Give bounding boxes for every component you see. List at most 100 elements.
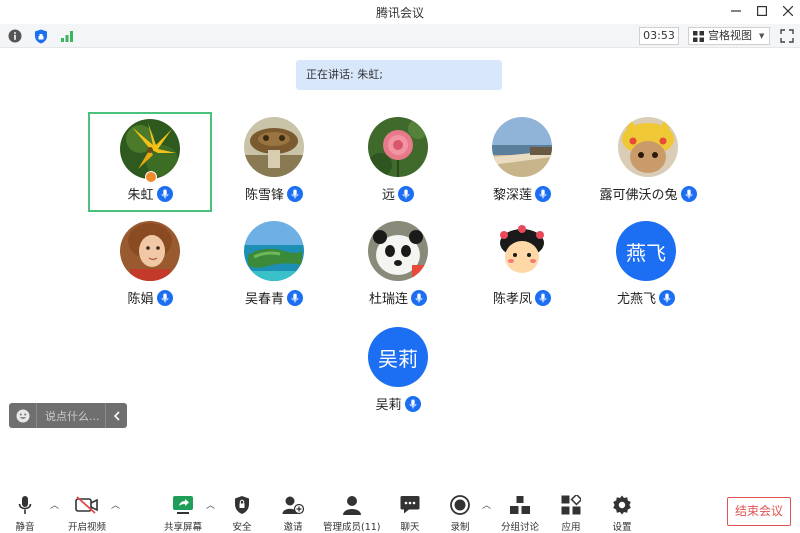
view-mode-dropdown[interactable]: 宫格视图 ▼	[688, 27, 770, 45]
video-options-chevron-icon[interactable]: ︿	[111, 498, 120, 511]
mic-icon	[535, 185, 551, 202]
participant-tile[interactable]: 吴莉 吴莉	[336, 322, 460, 422]
participant-tile[interactable]: 黎深莲	[460, 112, 584, 212]
minimize-icon	[731, 10, 741, 12]
close-button[interactable]	[774, 0, 800, 22]
invite-button[interactable]: 邀请	[281, 494, 305, 533]
audio-options-chevron-icon[interactable]: ︿	[50, 498, 59, 511]
share-screen-button[interactable]: 共享屏幕	[164, 494, 202, 533]
manage-members-button[interactable]: 管理成员(11)	[323, 494, 381, 533]
participant-name: 吴春青	[244, 292, 284, 307]
settings-label: 设置	[612, 522, 632, 533]
mic-icon	[535, 289, 551, 306]
participant-name: 远	[381, 188, 395, 203]
chat-label: 聊天	[400, 522, 420, 533]
meeting-info-button[interactable]	[6, 27, 24, 45]
apps-button[interactable]: 应用	[559, 494, 583, 533]
chat-input[interactable]: 说点什么...	[37, 408, 105, 424]
invite-label: 邀请	[283, 522, 303, 533]
emoji-button[interactable]	[9, 403, 37, 428]
view-mode-label: 宫格视图	[708, 29, 752, 42]
participant-tile[interactable]: 燕飞 尤燕飞	[584, 216, 708, 316]
shield-icon	[35, 29, 47, 43]
collapse-chat-button[interactable]	[105, 403, 127, 428]
network-status-button[interactable]	[58, 27, 76, 45]
maximize-button[interactable]	[748, 0, 776, 22]
share-label: 共享屏幕	[164, 522, 203, 533]
participant-name: 吴莉	[375, 398, 402, 413]
avatar: 燕飞	[616, 221, 676, 281]
security-button[interactable]: 安全	[230, 494, 254, 533]
participant-name: 露可佛沃の兔	[599, 188, 678, 203]
avatar	[120, 119, 180, 179]
add-user-icon	[282, 496, 304, 515]
security-label: 安全	[232, 522, 252, 533]
members-icon	[342, 496, 361, 515]
mic-icon	[156, 289, 173, 306]
mic-icon	[659, 289, 675, 306]
emoji-icon	[16, 409, 29, 422]
chat-button[interactable]: 聊天	[398, 494, 422, 533]
participant-tile[interactable]: 露可佛沃の兔	[584, 112, 712, 212]
participant-tile[interactable]: 陈雪锋	[212, 112, 336, 212]
participant-tile[interactable]: 陈娟	[88, 216, 212, 316]
avatar	[120, 221, 180, 281]
mic-icon	[287, 185, 303, 202]
members-label: 管理成员(11)	[323, 522, 381, 533]
fullscreen-button[interactable]	[779, 28, 795, 44]
mic-icon	[680, 185, 697, 202]
mic-icon	[287, 289, 303, 306]
end-meeting-button[interactable]: 结束会议	[727, 497, 791, 526]
chevron-left-icon	[113, 410, 120, 421]
signal-icon	[61, 31, 73, 42]
breakout-rooms-button[interactable]: 分组讨论	[501, 494, 539, 533]
avatar	[492, 221, 552, 281]
mute-label: 静音	[15, 522, 35, 533]
mic-icon	[411, 289, 427, 306]
mic-icon	[398, 185, 414, 202]
record-icon	[450, 495, 470, 515]
fullscreen-icon	[780, 29, 794, 43]
close-icon	[783, 6, 793, 16]
participant-name: 黎深莲	[492, 188, 532, 203]
participant-name: 陈娟	[127, 292, 154, 307]
participant-tile[interactable]: 吴春青	[212, 216, 336, 316]
start-video-button[interactable]: 开启视频	[68, 494, 106, 533]
participant-name: 陈雪锋	[244, 188, 284, 203]
mute-button[interactable]: 静音	[13, 494, 37, 533]
host-badge	[145, 171, 157, 183]
shield-icon	[235, 496, 249, 514]
avatar	[492, 117, 552, 177]
participant-tile[interactable]: 杜瑞连	[336, 216, 460, 316]
mic-icon	[156, 185, 173, 202]
participant-tile[interactable]: 陈孝凤	[460, 216, 584, 316]
record-label: 录制	[450, 522, 470, 533]
title-bar: 腾讯会议	[0, 0, 800, 22]
info-icon	[8, 29, 22, 43]
avatar	[244, 117, 304, 177]
avatar	[368, 117, 428, 177]
encryption-button[interactable]	[32, 27, 50, 45]
settings-button[interactable]: 设置	[610, 494, 634, 533]
minimize-button[interactable]	[722, 0, 750, 22]
avatar	[618, 117, 678, 177]
microphone-icon	[18, 496, 32, 514]
record-options-chevron-icon[interactable]: ︿	[482, 498, 491, 511]
mic-icon	[404, 395, 421, 412]
participant-name: 陈孝凤	[492, 292, 532, 307]
meeting-timer: 03:53	[639, 27, 679, 45]
breakout-icon	[510, 496, 530, 514]
participant-tile[interactable]: 远	[336, 112, 460, 212]
grid-view-icon	[693, 30, 704, 42]
video-off-icon	[75, 496, 98, 514]
record-button[interactable]: 录制	[448, 494, 472, 533]
info-bar: 03:53 宫格视图 ▼	[0, 24, 800, 48]
participant-name: 尤燕飞	[616, 292, 656, 307]
speaking-text: 正在讲话: 朱虹;	[306, 68, 383, 81]
participant-tile[interactable]: 朱虹	[88, 112, 212, 212]
avatar: 吴莉	[368, 327, 428, 387]
share-screen-icon	[173, 496, 193, 514]
speaking-indicator: 正在讲话: 朱虹;	[296, 60, 502, 90]
apps-icon	[561, 495, 581, 515]
share-options-chevron-icon[interactable]: ︿	[206, 498, 215, 511]
